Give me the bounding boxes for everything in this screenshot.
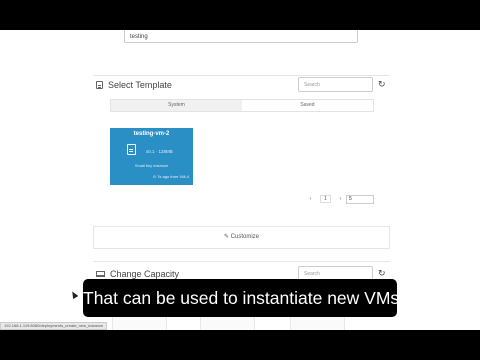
template-card[interactable]: testing-vm-2 x0.1 · 128MB Small tiny ins… — [110, 128, 193, 185]
laptop-icon — [96, 271, 105, 277]
section-divider — [93, 75, 390, 76]
page-next-button[interactable]: › — [335, 196, 346, 202]
template-search-input[interactable]: Search — [298, 77, 373, 92]
per-page-select[interactable]: 5 — [346, 195, 374, 204]
refresh-icon[interactable]: ↻ — [378, 269, 386, 278]
template-description: Small tiny instance — [134, 163, 169, 168]
mouse-cursor-icon — [69, 289, 79, 300]
pagination: ‹ 1 › — [305, 195, 346, 203]
refresh-icon[interactable]: ↻ — [378, 80, 386, 89]
video-caption: That can be used to instantiate new VMs — [83, 279, 399, 317]
status-bar-url: 192.168.1.119:8080/deployments_create_ne… — [0, 322, 108, 330]
tab-saved[interactable]: Saved — [242, 100, 373, 111]
name-input[interactable]: testing — [124, 30, 358, 43]
template-specs: x0.1 · 128MB — [146, 149, 173, 154]
customize-button[interactable]: ✎ Customize — [93, 226, 390, 249]
template-meta: ⊙ 7s ago from VM-4 — [152, 174, 189, 179]
template-name: testing-vm-2 — [133, 131, 170, 137]
change-capacity-heading: Change Capacity — [96, 269, 179, 279]
change-capacity-title: Change Capacity — [110, 269, 180, 279]
document-icon — [127, 144, 136, 155]
document-icon — [96, 81, 103, 89]
select-template-title: Select Template — [108, 80, 172, 90]
section-divider — [93, 261, 390, 262]
page-prev-button[interactable]: ‹ — [305, 196, 316, 202]
page-1-button[interactable]: 1 — [320, 195, 331, 203]
tab-system[interactable]: System — [111, 100, 242, 111]
template-tabs: System Saved — [110, 99, 374, 112]
select-template-heading: Select Template — [96, 80, 172, 90]
